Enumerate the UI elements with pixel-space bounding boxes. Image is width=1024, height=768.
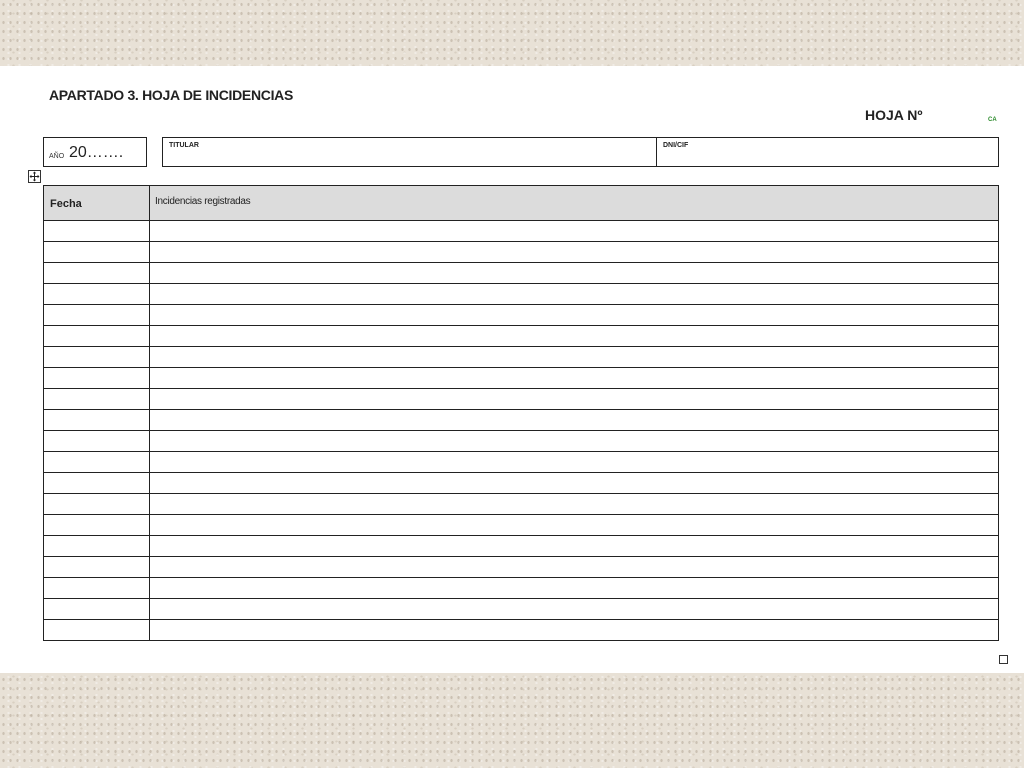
table-row bbox=[43, 430, 999, 452]
date-cell[interactable] bbox=[43, 283, 150, 305]
incident-cell[interactable] bbox=[149, 493, 999, 515]
date-cell[interactable] bbox=[43, 514, 150, 536]
date-cell[interactable] bbox=[43, 430, 150, 452]
document-title: APARTADO 3. HOJA DE INCIDENCIAS bbox=[49, 87, 294, 103]
table-row bbox=[43, 409, 999, 431]
holder-field[interactable]: TITULAR bbox=[163, 138, 657, 166]
id-field[interactable]: DNI/CIF bbox=[657, 138, 998, 166]
date-cell[interactable] bbox=[43, 472, 150, 494]
holder-info-box: TITULAR DNI/CIF bbox=[162, 137, 999, 167]
incident-cell[interactable] bbox=[149, 430, 999, 452]
id-label: DNI/CIF bbox=[663, 142, 689, 149]
incident-cell[interactable] bbox=[149, 346, 999, 368]
incident-cell[interactable] bbox=[149, 262, 999, 284]
table-row bbox=[43, 556, 999, 578]
incident-cell[interactable] bbox=[149, 283, 999, 305]
table-row bbox=[43, 388, 999, 410]
date-cell[interactable] bbox=[43, 556, 150, 578]
date-cell[interactable] bbox=[43, 577, 150, 599]
date-cell[interactable] bbox=[43, 409, 150, 431]
resize-square-icon[interactable] bbox=[999, 655, 1008, 664]
date-cell[interactable] bbox=[43, 262, 150, 284]
table-row bbox=[43, 241, 999, 263]
corner-mark: CA bbox=[988, 117, 997, 123]
column-header-date: Fecha bbox=[43, 185, 150, 221]
incident-cell[interactable] bbox=[149, 367, 999, 389]
date-cell[interactable] bbox=[43, 304, 150, 326]
date-cell[interactable] bbox=[43, 451, 150, 473]
date-cell[interactable] bbox=[43, 241, 150, 263]
table-row bbox=[43, 472, 999, 494]
incident-cell[interactable] bbox=[149, 220, 999, 242]
date-cell[interactable] bbox=[43, 388, 150, 410]
table-row bbox=[43, 493, 999, 515]
year-value: 20……. bbox=[69, 144, 124, 161]
incident-cell[interactable] bbox=[149, 325, 999, 347]
incident-cell[interactable] bbox=[149, 619, 999, 641]
table-row bbox=[43, 283, 999, 305]
date-cell[interactable] bbox=[43, 220, 150, 242]
incident-cell[interactable] bbox=[149, 472, 999, 494]
move-cross-icon[interactable] bbox=[28, 170, 41, 183]
date-cell[interactable] bbox=[43, 325, 150, 347]
sheet-number-label: HOJA Nº bbox=[865, 107, 923, 123]
incident-cell[interactable] bbox=[149, 388, 999, 410]
date-cell[interactable] bbox=[43, 346, 150, 368]
table-row bbox=[43, 619, 999, 641]
incident-cell[interactable] bbox=[149, 514, 999, 536]
table-row bbox=[43, 367, 999, 389]
table-row bbox=[43, 262, 999, 284]
date-cell[interactable] bbox=[43, 598, 150, 620]
table-row bbox=[43, 535, 999, 557]
year-field[interactable]: AÑO 20……. bbox=[43, 137, 147, 167]
table-row bbox=[43, 325, 999, 347]
incident-cell[interactable] bbox=[149, 535, 999, 557]
column-header-incidents: Incidencias registradas bbox=[149, 185, 999, 221]
date-cell[interactable] bbox=[43, 493, 150, 515]
table-header-row: Fecha Incidencias registradas bbox=[43, 185, 999, 221]
table-row bbox=[43, 304, 999, 326]
date-cell[interactable] bbox=[43, 619, 150, 641]
incident-cell[interactable] bbox=[149, 577, 999, 599]
date-cell[interactable] bbox=[43, 535, 150, 557]
date-cell[interactable] bbox=[43, 367, 150, 389]
table-row bbox=[43, 451, 999, 473]
document-page: APARTADO 3. HOJA DE INCIDENCIAS HOJA Nº … bbox=[0, 66, 1024, 673]
incident-cell[interactable] bbox=[149, 556, 999, 578]
year-small-label: AÑO bbox=[49, 153, 65, 160]
table-row bbox=[43, 577, 999, 599]
holder-label: TITULAR bbox=[169, 142, 199, 149]
incident-cell[interactable] bbox=[149, 304, 999, 326]
table-row bbox=[43, 220, 999, 242]
table-body bbox=[43, 220, 999, 641]
incident-cell[interactable] bbox=[149, 409, 999, 431]
table-row bbox=[43, 346, 999, 368]
incident-cell[interactable] bbox=[149, 451, 999, 473]
incident-cell[interactable] bbox=[149, 598, 999, 620]
table-row bbox=[43, 598, 999, 620]
table-row bbox=[43, 514, 999, 536]
incident-cell[interactable] bbox=[149, 241, 999, 263]
incidents-table: Fecha Incidencias registradas bbox=[43, 185, 999, 641]
